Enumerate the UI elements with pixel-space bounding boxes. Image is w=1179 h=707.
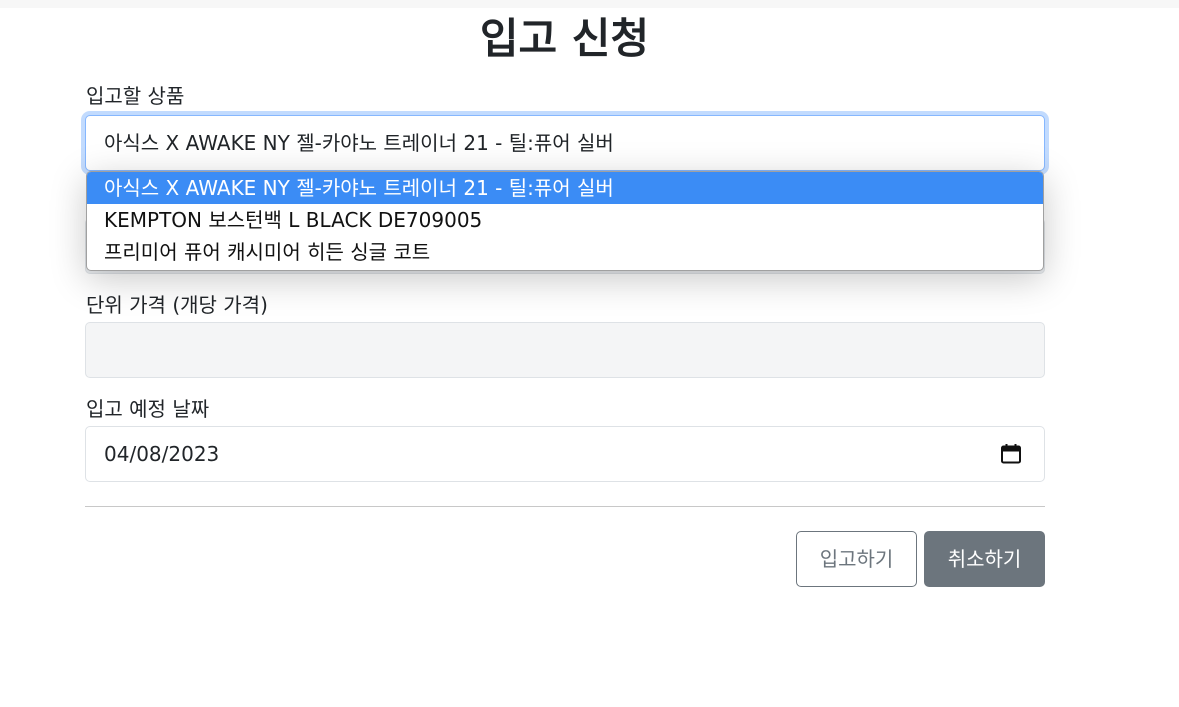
product-dropdown-list: 아식스 X AWAKE NY 젤-카야노 트레이너 21 - 틸:퓨어 실버 K…	[86, 171, 1044, 271]
dropdown-option[interactable]: 프리미어 퓨어 캐시미어 히든 싱글 코트	[87, 236, 1043, 268]
date-label: 입고 예정 날짜	[86, 397, 210, 421]
product-select[interactable]: 아식스 X AWAKE NY 젤-카야노 트레이너 21 - 틸:퓨어 실버	[85, 115, 1045, 171]
date-input[interactable]: 04/08/2023	[85, 426, 1045, 482]
cancel-button[interactable]: 취소하기	[924, 531, 1045, 587]
calendar-icon[interactable]	[1000, 443, 1022, 465]
product-label: 입고할 상품	[86, 84, 185, 108]
unit-price-label: 단위 가격 (개당 가격)	[86, 293, 268, 317]
dropdown-option[interactable]: KEMPTON 보스턴백 L BLACK DE709005	[87, 204, 1043, 236]
date-value: 04/08/2023	[104, 442, 220, 466]
dropdown-option[interactable]: 아식스 X AWAKE NY 젤-카야노 트레이너 21 - 틸:퓨어 실버	[87, 172, 1043, 204]
divider	[85, 506, 1045, 507]
page-title: 입고 신청	[479, 14, 650, 63]
unit-price-input[interactable]	[85, 322, 1045, 378]
submit-button[interactable]: 입고하기	[796, 531, 917, 587]
browser-top-strip	[0, 0, 1179, 8]
